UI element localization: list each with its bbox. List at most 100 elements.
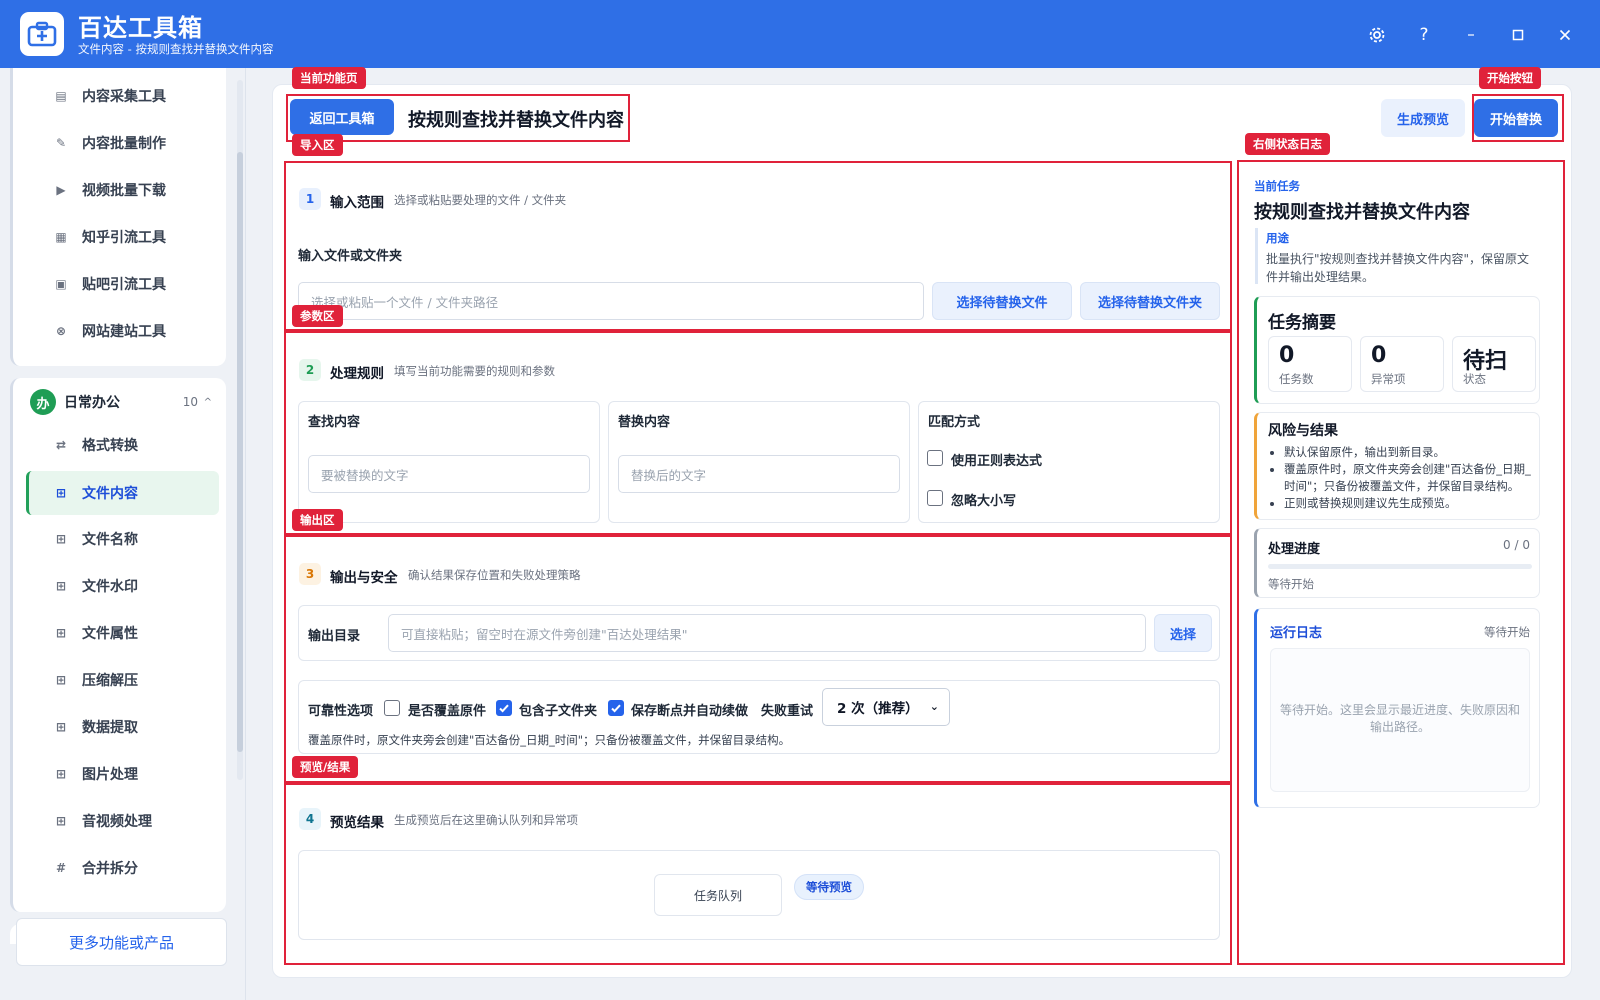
hash-icon: # bbox=[55, 861, 67, 875]
usage-text: 批量执行"按规则查找并替换文件内容"，保留原文件并输出处理结果。 bbox=[1266, 252, 1530, 284]
section-desc: 填写当前功能需要的规则和参数 bbox=[394, 364, 555, 378]
sidebar-scrollbar-thumb[interactable] bbox=[237, 152, 243, 752]
reliability-label: 可靠性选项 bbox=[308, 704, 374, 719]
sidebar-item-label: 网站建站工具 bbox=[82, 324, 166, 340]
sidebar-item-label: 音视频处理 bbox=[82, 814, 152, 830]
choose-folder-button[interactable]: 选择待替换文件夹 bbox=[1080, 282, 1220, 320]
tieba-icon: ▣ bbox=[55, 277, 67, 291]
subfolders-label: 包含子文件夹 bbox=[519, 704, 598, 719]
subfolders-checkbox[interactable] bbox=[496, 700, 512, 716]
risk-title: 风险与结果 bbox=[1268, 423, 1338, 439]
stat-label: 任务数 bbox=[1279, 372, 1314, 386]
sidebar-item-label: 压缩解压 bbox=[82, 673, 138, 689]
annotation-tag-import: 导入区 bbox=[292, 134, 343, 156]
back-to-toolbox-button[interactable]: 返回工具箱 bbox=[290, 99, 394, 135]
sidebar-item-file-name[interactable]: ⊞ 文件名称 bbox=[26, 519, 219, 559]
ignore-case-label: 忽略大小写 bbox=[951, 494, 1017, 509]
title-bar: 百达工具箱 文件内容 - 按规则查找并替换文件内容 ? bbox=[0, 0, 1600, 68]
sidebar-item-file-watermark[interactable]: ⊞ 文件水印 bbox=[26, 566, 219, 606]
annotation-tag-preview: 预览/结果 bbox=[292, 756, 359, 778]
sidebar-item-file-content[interactable]: ⊞ 文件内容 bbox=[26, 471, 219, 515]
sidebar-item-data-extract[interactable]: ⊞ 数据提取 bbox=[26, 707, 219, 747]
help-icon[interactable]: ? bbox=[1411, 22, 1437, 48]
ignore-case-checkbox[interactable] bbox=[927, 490, 943, 506]
annotation-tag-output: 输出区 bbox=[292, 509, 343, 531]
grid-icon: ⊞ bbox=[55, 814, 67, 828]
sidebar-group-header[interactable]: 办 日常办公 10 ^ bbox=[30, 382, 220, 422]
chevron-up-icon[interactable]: ^ bbox=[204, 397, 212, 408]
input-label: 输入文件或文件夹 bbox=[298, 249, 403, 264]
sidebar-item-video-download[interactable]: ▶ 视频批量下载 bbox=[26, 170, 219, 210]
grid-icon: ⊞ bbox=[55, 532, 67, 546]
sidebar-item-image[interactable]: ⊞ 图片处理 bbox=[26, 754, 219, 794]
summary-title: 任务摘要 bbox=[1268, 313, 1336, 333]
group-badge: 办 bbox=[30, 389, 56, 415]
sidebar-item-label: 视频批量下载 bbox=[82, 183, 166, 199]
sidebar-item-label: 贴吧引流工具 bbox=[82, 277, 166, 293]
sidebar-item-website[interactable]: ⊗ 网站建站工具 bbox=[26, 311, 219, 351]
sidebar-item-format-convert[interactable]: ⇄ 格式转换 bbox=[26, 425, 219, 465]
section-title: 输入范围 bbox=[330, 195, 384, 211]
sidebar-item-audio-video[interactable]: ⊞ 音视频处理 bbox=[26, 801, 219, 841]
app-logo-icon bbox=[20, 12, 64, 56]
grid-icon: ⊞ bbox=[55, 767, 67, 781]
choose-file-button[interactable]: 选择待替换文件 bbox=[932, 282, 1072, 320]
retry-select[interactable]: 2 次（推荐） ⌄ bbox=[822, 688, 950, 726]
outdir-input[interactable]: 可直接粘贴；留空时在源文件旁创建"百达处理结果" bbox=[388, 614, 1146, 652]
section-number: 1 bbox=[299, 188, 321, 210]
find-label: 查找内容 bbox=[308, 415, 361, 430]
outdir-label: 输出目录 bbox=[308, 629, 361, 644]
checkmark-icon bbox=[611, 704, 621, 713]
sidebar-item-compress[interactable]: ⊞ 压缩解压 bbox=[26, 660, 219, 700]
section-number: 2 bbox=[299, 359, 321, 381]
overwrite-checkbox[interactable] bbox=[384, 700, 400, 716]
input-path-field[interactable]: 选择或粘贴一个文件 / 文件夹路径 bbox=[298, 282, 924, 320]
section-desc: 确认结果保存位置和失败处理策略 bbox=[408, 568, 581, 582]
pen-icon: ✎ bbox=[55, 136, 67, 150]
log-placeholder: 等待开始。这里会显示最近进度、失败原因和输出路径。 bbox=[1279, 703, 1520, 734]
grid-icon: ⊞ bbox=[55, 720, 67, 734]
close-icon[interactable] bbox=[1552, 22, 1578, 48]
sidebar-item-merge-split[interactable]: # 合并拆分 bbox=[26, 848, 219, 888]
sidebar-item-zhihu[interactable]: ▦ 知乎引流工具 bbox=[26, 217, 219, 257]
more-products-button[interactable]: 更多功能或产品 bbox=[16, 918, 227, 966]
choose-outdir-button[interactable]: 选择 bbox=[1154, 614, 1212, 652]
progress-status: 等待开始 bbox=[1268, 577, 1314, 591]
section-number: 4 bbox=[299, 808, 321, 830]
sidebar-item-label: 内容批量制作 bbox=[82, 136, 166, 152]
retry-value: 2 次（推荐） bbox=[837, 701, 919, 717]
sidebar-item-file-attributes[interactable]: ⊞ 文件属性 bbox=[26, 613, 219, 653]
sidebar-item-label: 文件属性 bbox=[82, 626, 138, 642]
regex-checkbox[interactable] bbox=[927, 450, 943, 466]
app-title: 百达工具箱 bbox=[78, 14, 203, 42]
usage-divider bbox=[1255, 228, 1258, 284]
section-desc: 生成预览后在这里确认队列和异常项 bbox=[394, 813, 578, 827]
log-status: 等待开始 bbox=[1484, 625, 1530, 639]
maximize-icon[interactable] bbox=[1505, 22, 1531, 48]
find-input[interactable]: 要被替换的文字 bbox=[308, 455, 590, 493]
stat-error-count: 0 异常项 bbox=[1360, 336, 1444, 392]
site-icon: ⊗ bbox=[55, 324, 67, 338]
grid-icon: ⊞ bbox=[55, 626, 67, 640]
current-task-title: 按规则查找并替换文件内容 bbox=[1254, 202, 1470, 223]
sidebar-item-content-batch[interactable]: ✎ 内容批量制作 bbox=[26, 123, 219, 163]
gear-icon[interactable] bbox=[1364, 22, 1390, 48]
resume-checkbox[interactable] bbox=[608, 700, 624, 716]
app-subtitle: 文件内容 - 按规则查找并替换文件内容 bbox=[78, 42, 274, 56]
minimize-icon[interactable] bbox=[1458, 22, 1484, 48]
section-title: 处理规则 bbox=[330, 366, 384, 382]
current-task-label: 当前任务 bbox=[1254, 179, 1300, 193]
video-icon: ▶ bbox=[56, 183, 66, 197]
sidebar-item-tieba[interactable]: ▣ 贴吧引流工具 bbox=[26, 264, 219, 304]
sidebar: ▤ 内容采集工具 ✎ 内容批量制作 ▶ 视频批量下载 ▦ 知乎引流工具 ▣ 贴吧… bbox=[0, 68, 246, 1000]
replace-input[interactable]: 替换后的文字 bbox=[618, 455, 900, 493]
section-number: 3 bbox=[299, 563, 321, 585]
start-replace-button[interactable]: 开始替换 bbox=[1474, 99, 1558, 137]
stat-value: 0 bbox=[1371, 343, 1387, 368]
stat-status: 待扫 状态 bbox=[1452, 336, 1536, 392]
generate-preview-button[interactable]: 生成预览 bbox=[1381, 99, 1465, 137]
sidebar-item-content-collect[interactable]: ▤ 内容采集工具 bbox=[26, 76, 219, 116]
replace-label: 替换内容 bbox=[618, 415, 671, 430]
queue-status-badge: 等待预览 bbox=[794, 874, 864, 900]
task-queue-tab[interactable]: 任务队列 bbox=[654, 874, 782, 916]
